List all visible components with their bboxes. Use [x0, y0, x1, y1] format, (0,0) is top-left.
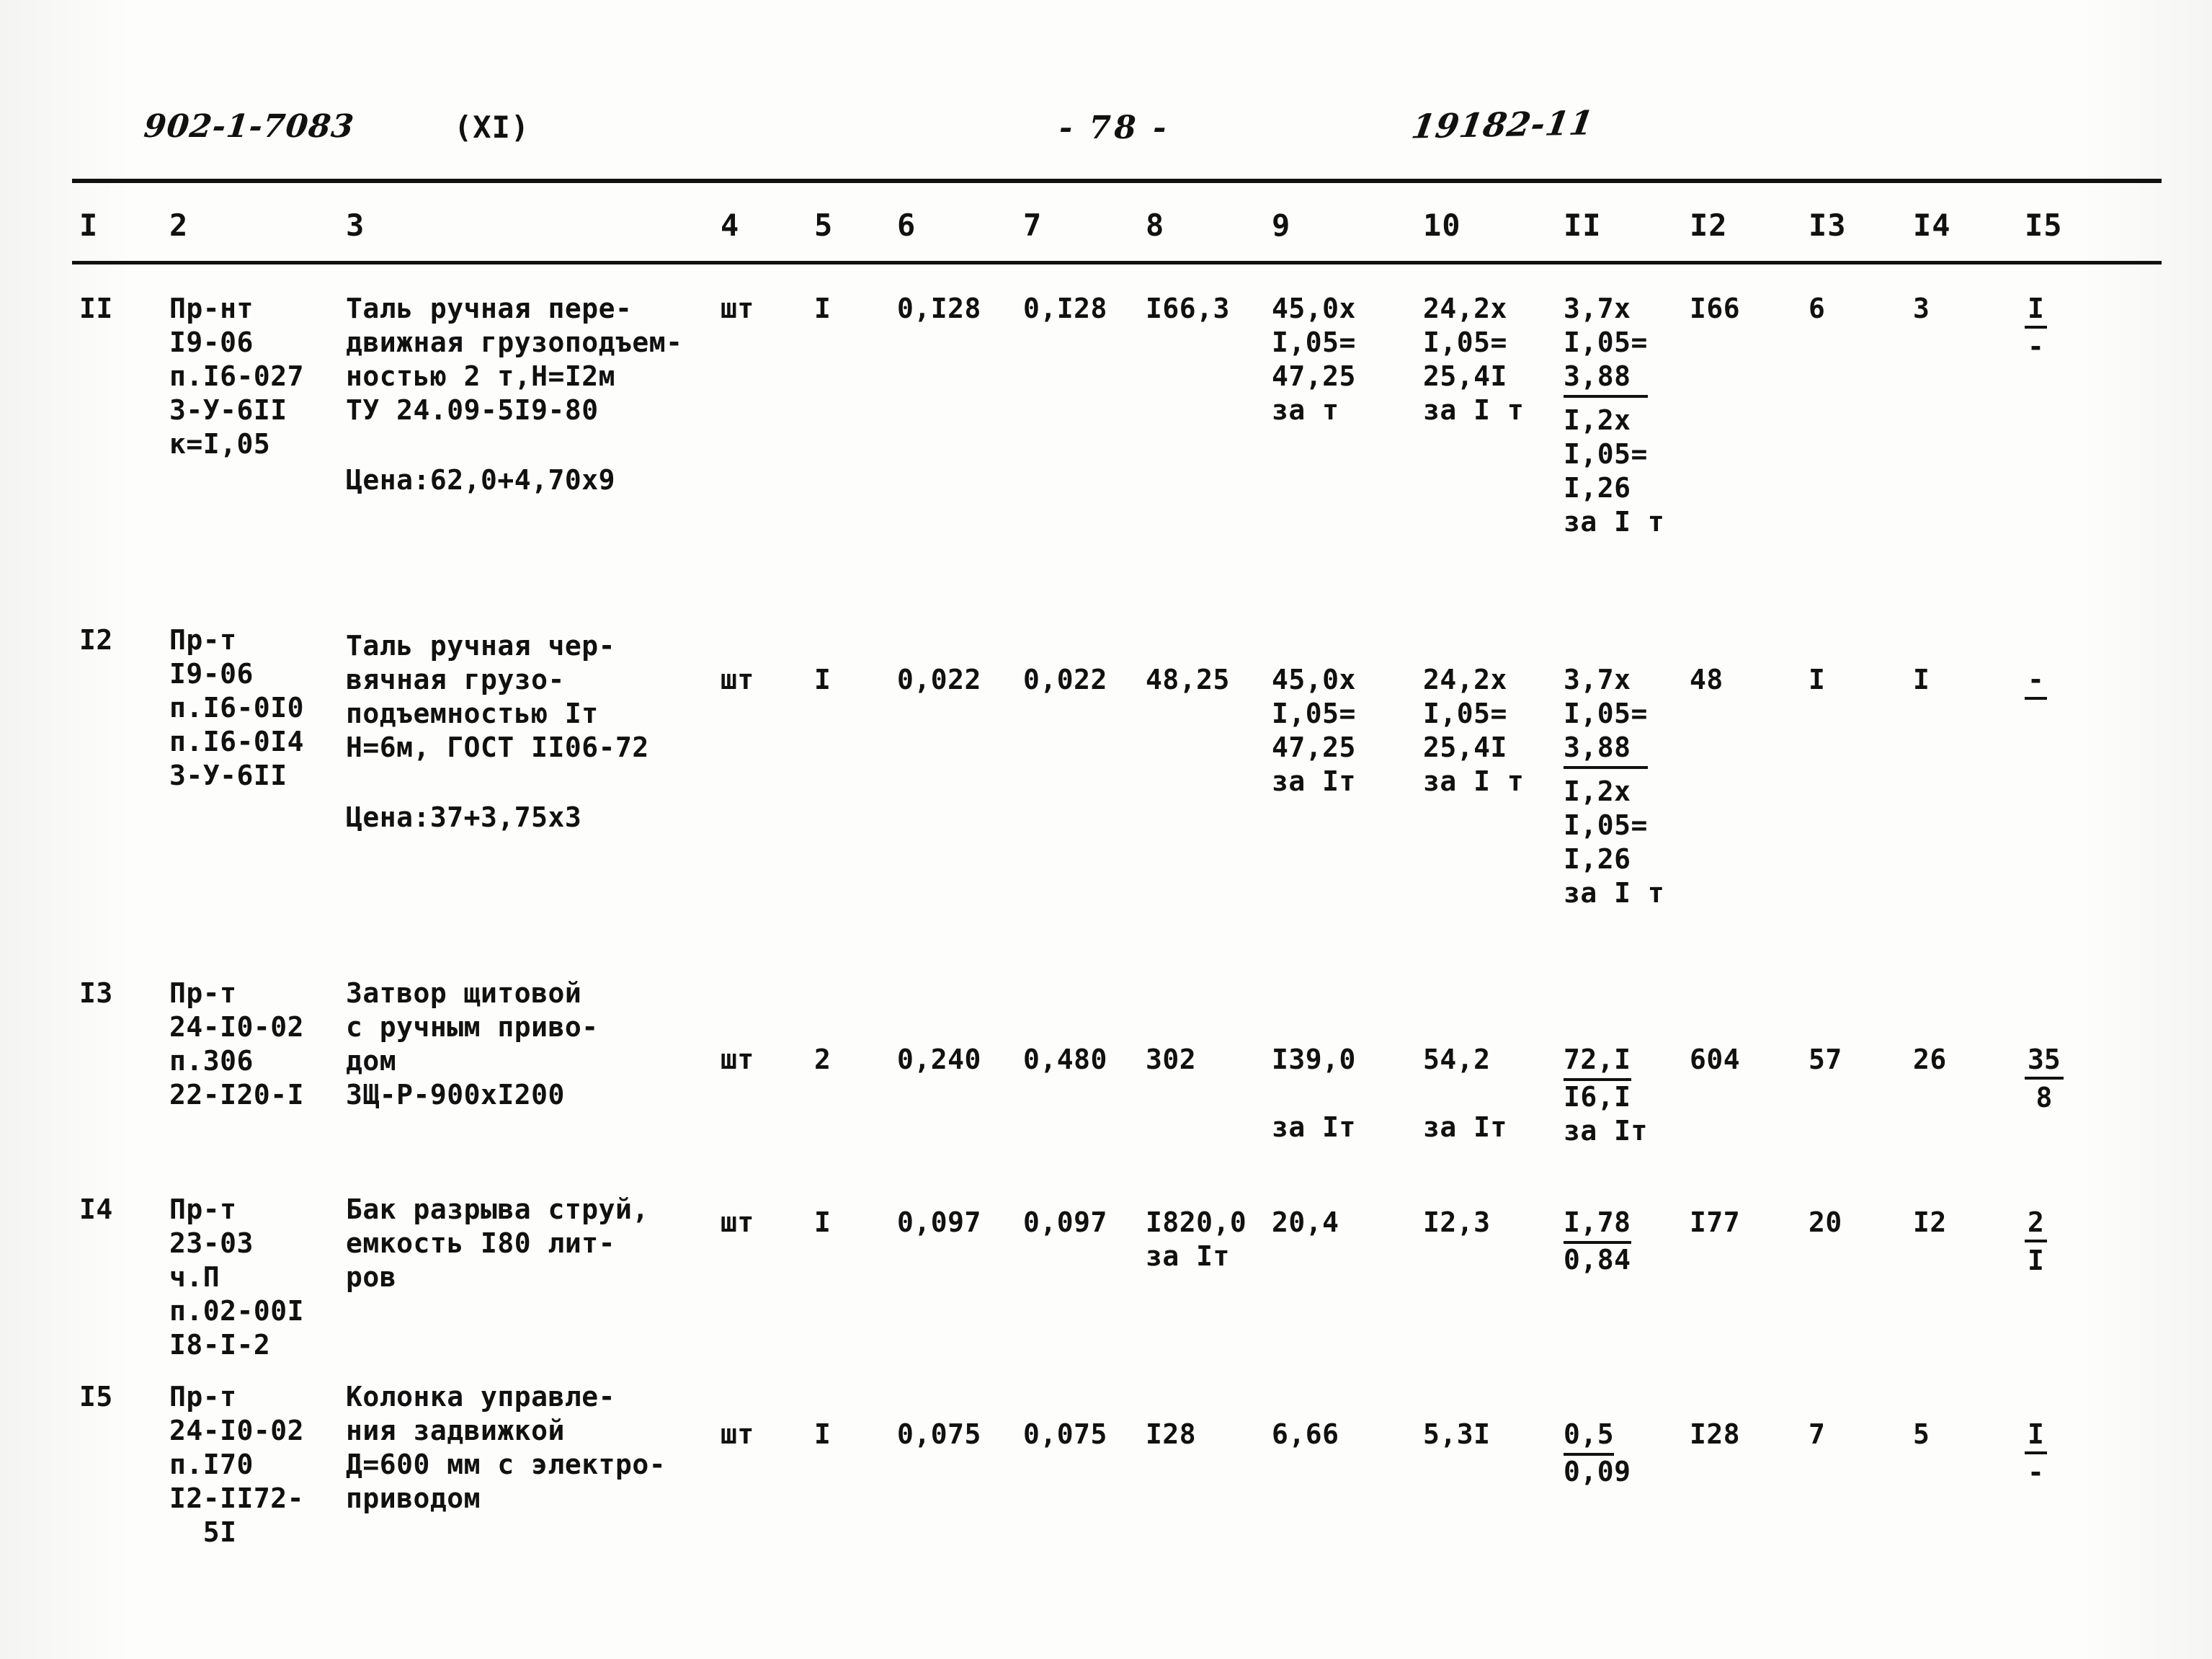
cell-total-14: 26: [1913, 1044, 1947, 1075]
cell-reference-code: Пр-т 23-03 ч.П п.02-00I I8-I-2: [169, 1193, 305, 1361]
cell-item-number: I5: [79, 1381, 113, 1413]
cell-rate-11-denominator: I,2х I,05= I,26 за I т: [1564, 404, 1665, 538]
cell-quantity: I: [814, 1418, 831, 1450]
cell-quantity: I: [814, 1206, 831, 1238]
cell-unit: шт: [721, 1206, 754, 1238]
cell-total-14: I: [1913, 664, 1930, 695]
cell-total-14: 3: [1913, 293, 1930, 324]
cell-rate-9: 45,0х I,05= 47,25 за Iт: [1272, 664, 1356, 797]
cell-reference-code: Пр-т I9-06 п.I6-0I0 п.I6-0I4 3-У-6II: [169, 624, 305, 791]
cell-total-12: I66: [1690, 293, 1741, 324]
cell-description: Бак разрыва струй, емкость I80 лит- ров: [346, 1193, 649, 1293]
cell-rate-11-denominator: 0,09: [1564, 1456, 1631, 1487]
cell-total-weight: 0,075: [1023, 1418, 1107, 1450]
cell-rate-10: 5,3I: [1423, 1418, 1491, 1450]
cell-cost: 302: [1146, 1044, 1197, 1075]
cell-rate-11-numerator: 0,5: [1564, 1418, 1615, 1456]
cell-rate-11-numerator: 3,7х I,05= 3,88: [1564, 663, 1648, 769]
cell-reference-code: Пр-т 24-I0-02 п.306 22-I20-I: [169, 977, 305, 1111]
cell-total-15: I-: [2025, 1418, 2047, 1490]
cell-total-12: I28: [1690, 1418, 1741, 1450]
cell-quantity: I: [814, 664, 831, 695]
cell-total-12: I77: [1690, 1206, 1741, 1238]
cell-description: Затвор щитовой с ручным приво- дом ЗЩ-Р-…: [346, 977, 599, 1111]
cell-unit-weight: 0,097: [897, 1206, 981, 1238]
cell-item-number: II: [79, 293, 113, 324]
cell-unit-weight: 0,I28: [897, 293, 981, 324]
cell-total-weight: 0,097: [1023, 1206, 1107, 1238]
cell-total-13: 20: [1809, 1206, 1842, 1238]
cell-quantity: 2: [814, 1044, 831, 1075]
cell-reference-code: Пр-т 24-I0-02 п.I70 I2-II72- 5I: [169, 1381, 305, 1548]
cell-description: Таль ручная чер- вячная грузо- подъемнос…: [346, 630, 649, 763]
cell-total-15: I-: [2025, 292, 2047, 364]
cell-unit: шт: [721, 1044, 754, 1075]
cell-rate-9: 45,0х I,05= 47,25 за т: [1272, 293, 1356, 426]
cell-total-12: 604: [1690, 1044, 1741, 1075]
cell-rate-11-denominator: I,2х I,05= I,26 за I т: [1564, 775, 1665, 909]
cell-total-weight: 0,480: [1023, 1044, 1107, 1075]
cell-price-formula: Цена:62,0+4,70х9: [346, 464, 616, 496]
cell-total-13: 57: [1809, 1044, 1842, 1075]
cell-item-number: I3: [79, 977, 113, 1009]
cell-cost: I66,3: [1146, 293, 1230, 324]
cell-unit-weight: 0,075: [897, 1418, 981, 1450]
cell-total-13: I: [1809, 664, 1826, 695]
cell-rate-10: I2,3: [1423, 1206, 1491, 1238]
cell-rate-9: I39,0 за Iт: [1272, 1044, 1356, 1143]
cell-unit: шт: [721, 664, 754, 695]
cell-cost: I820,0 за Iт: [1146, 1206, 1247, 1272]
cell-total-15: 2I: [2025, 1206, 2047, 1278]
cell-cost: 48,25: [1146, 664, 1230, 695]
cell-total-14: I2: [1913, 1206, 1947, 1238]
cell-price-formula: Цена:37+3,75х3: [346, 801, 582, 833]
cell-total-12: 48: [1690, 664, 1723, 695]
cell-rate-11-numerator: I,78: [1564, 1206, 1631, 1244]
document-page: 902-1-7083 (XI) - 78 - 19182-11 I2345678…: [0, 0, 2212, 1659]
cell-rate-9: 20,4: [1272, 1206, 1339, 1238]
cell-cost: I28: [1146, 1418, 1197, 1450]
cell-reference-code: Пр-нт I9-06 п.I6-027 3-У-6II к=I,05: [169, 293, 305, 460]
cell-total-13: 6: [1809, 293, 1826, 324]
cell-unit: шт: [721, 1418, 754, 1450]
cell-rate-11-denominator: 0,84: [1564, 1244, 1631, 1276]
cell-unit-weight: 0,022: [897, 664, 981, 695]
cell-total-weight: 0,022: [1023, 664, 1107, 695]
cell-rate-11-denominator: I6,I за Iт: [1564, 1081, 1648, 1147]
cell-total-13: 7: [1809, 1418, 1826, 1450]
cell-item-number: I2: [79, 624, 113, 656]
cell-rate-11-numerator: 3,7х I,05= 3,88: [1564, 292, 1648, 398]
cell-rate-11-numerator: 72,I: [1564, 1043, 1631, 1081]
cell-quantity: I: [814, 293, 831, 324]
cell-total-15: 35 8: [2025, 1043, 2064, 1115]
cell-total-15: -: [2025, 663, 2047, 701]
cell-description: Колонка управле- ния задвижкой Д=600 мм …: [346, 1381, 666, 1514]
cell-rate-10: 24,2х I,05= 25,4I за I т: [1423, 664, 1525, 797]
cell-description: Таль ручная пере- движная грузоподъем- н…: [346, 293, 683, 426]
cell-rate-9: 6,66: [1272, 1418, 1339, 1450]
table-body: II Пр-нт I9-06 п.I6-027 3-У-6II к=I,05 Тал…: [0, 0, 2212, 1659]
cell-total-weight: 0,I28: [1023, 293, 1107, 324]
cell-total-14: 5: [1913, 1418, 1930, 1450]
cell-unit: шт: [721, 293, 754, 324]
cell-rate-10: 54,2 за Iт: [1423, 1044, 1507, 1143]
cell-item-number: I4: [79, 1193, 113, 1225]
cell-unit-weight: 0,240: [897, 1044, 981, 1075]
cell-rate-10: 24,2х I,05= 25,4I за I т: [1423, 293, 1525, 426]
